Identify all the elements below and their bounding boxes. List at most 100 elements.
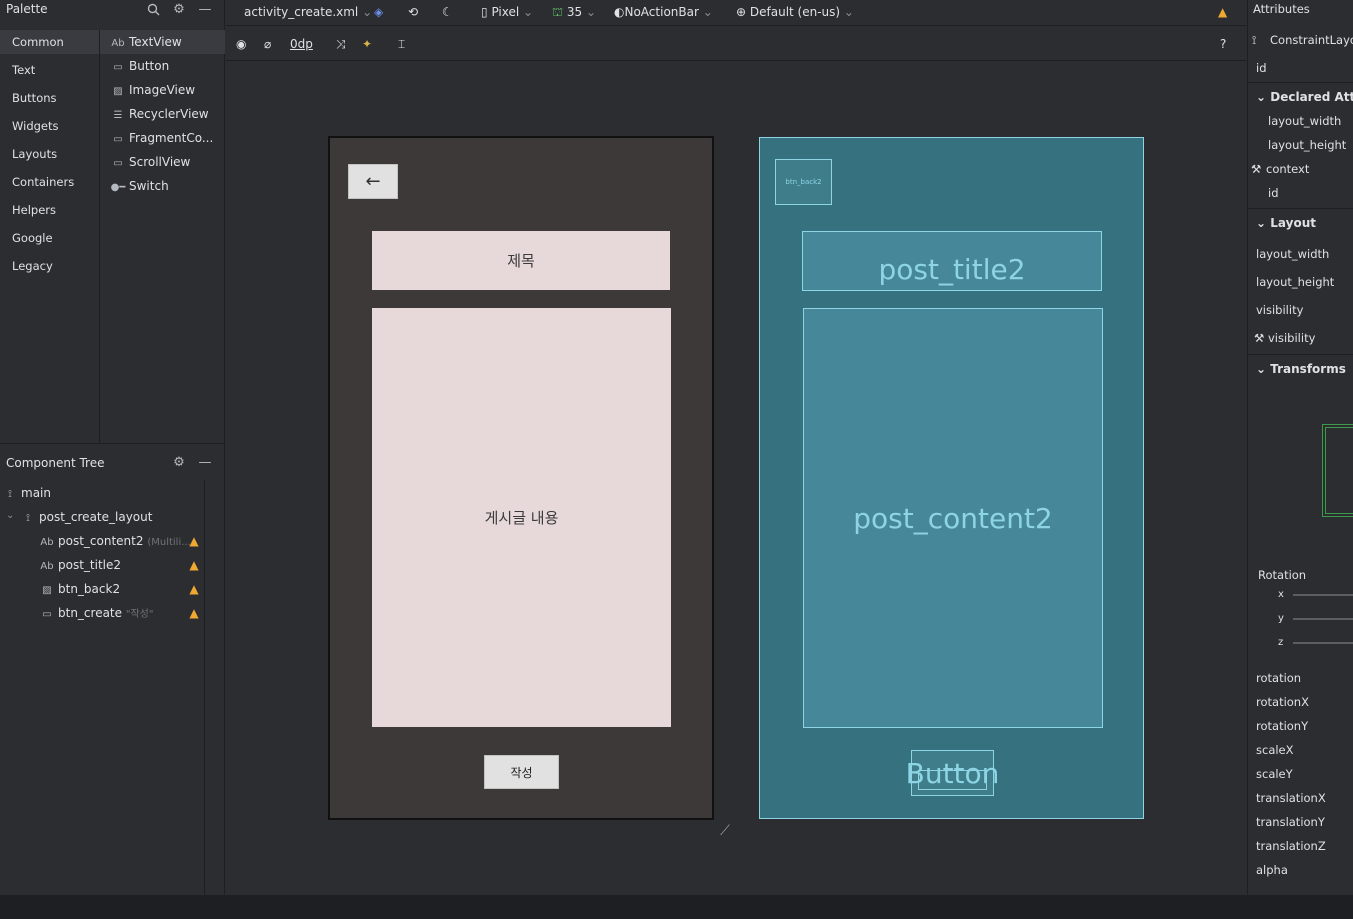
blueprint-back-button[interactable]: btn_back2 xyxy=(775,159,832,205)
attr-rotation-x[interactable]: rotationX xyxy=(1256,695,1309,709)
help-icon[interactable]: ? xyxy=(1220,34,1226,54)
attr-layout-height[interactable]: layout_height xyxy=(1268,138,1346,152)
category-text[interactable]: Text xyxy=(0,58,99,82)
rotation-y-slider[interactable] xyxy=(1293,618,1353,620)
section-transforms[interactable]: ⌄ Transforms xyxy=(1248,354,1353,382)
category-layouts[interactable]: Layouts xyxy=(0,142,99,166)
post-title-field[interactable]: 제목 xyxy=(372,231,670,290)
create-button[interactable]: 작성 xyxy=(484,755,559,789)
rotation-x-slider[interactable] xyxy=(1293,594,1353,596)
category-widgets[interactable]: Widgets xyxy=(0,114,99,138)
textview-icon: Ab xyxy=(40,537,54,548)
orientation-icon[interactable]: ⟲ xyxy=(408,2,418,22)
list-icon: ☰ xyxy=(113,110,123,121)
gear-icon[interactable]: ⚙ xyxy=(171,454,187,470)
attr-id[interactable]: id xyxy=(1256,61,1267,75)
attr-alpha[interactable]: alpha xyxy=(1256,863,1288,877)
warning-icon[interactable]: ▲ xyxy=(187,558,201,572)
blueprint-post-content[interactable]: post_content2 xyxy=(803,308,1103,728)
tree-node-btn-create[interactable]: ▭ btn_create "작성" xyxy=(39,601,153,625)
attr-scale-y[interactable]: scaleY xyxy=(1256,767,1293,781)
blueprint-post-title[interactable]: post_title2 xyxy=(802,231,1102,291)
section-declared-attributes[interactable]: ⌄ Declared Attributes xyxy=(1248,82,1353,110)
tree-node-post-title2[interactable]: Ab post_title2 xyxy=(39,553,121,577)
widget-scrollview[interactable]: ▭ ScrollView xyxy=(100,150,225,174)
attr-context[interactable]: context xyxy=(1266,162,1309,176)
night-mode-icon[interactable]: ☾ xyxy=(442,2,453,22)
magnet-icon[interactable]: ⌀ xyxy=(264,34,271,54)
attr-translation-x[interactable]: translationX xyxy=(1256,791,1326,805)
tree-node-label: btn_back2 xyxy=(58,582,121,596)
tree-node-post-content2[interactable]: Ab post_content2 (Multili... xyxy=(39,529,190,553)
gear-icon[interactable]: ⚙ xyxy=(171,1,187,17)
post-content-field[interactable]: 게시글 내용 xyxy=(372,308,671,727)
chevron-down-icon: ⌄ xyxy=(702,5,713,19)
device-selector[interactable]: ▯ Pixel ⌄ xyxy=(481,2,533,22)
warning-icon[interactable]: ▲ xyxy=(187,582,201,596)
attr-translation-y[interactable]: translationY xyxy=(1256,815,1325,829)
widget-label: ImageView xyxy=(129,83,196,97)
category-google[interactable]: Google xyxy=(0,226,99,250)
category-legacy[interactable]: Legacy xyxy=(0,254,99,278)
theme-icon: ◐ xyxy=(614,5,625,19)
tree-node-post-create-layout[interactable]: ⟟ post_create_layout xyxy=(20,505,152,529)
attr-translation-z[interactable]: translationZ xyxy=(1256,839,1326,853)
theme-selector[interactable]: ◐NoActionBar ⌄ xyxy=(614,2,713,22)
widget-imageview[interactable]: ▨ ImageView xyxy=(100,78,225,102)
widget-textview[interactable]: Ab TextView xyxy=(100,30,225,54)
chevron-down-icon: ⌄ xyxy=(585,5,597,19)
chevron-down-icon[interactable]: ⌄ xyxy=(6,510,14,521)
clear-constraints-icon[interactable]: ⤨ xyxy=(336,34,346,54)
category-containers[interactable]: Containers xyxy=(0,170,99,194)
default-margin[interactable]: 0dp xyxy=(290,34,313,54)
infer-constraints-icon[interactable]: ✦ xyxy=(362,34,372,54)
locale-name: Default (en-us) xyxy=(749,5,841,19)
align-icon[interactable]: ⌶ xyxy=(398,34,405,54)
search-icon[interactable] xyxy=(145,1,161,17)
attr-layout-width[interactable]: layout_width xyxy=(1256,247,1329,261)
tree-node-main[interactable]: ⟟ main xyxy=(2,481,51,505)
attributes-title: Attributes xyxy=(1253,2,1310,16)
widget-fragmentcontainer[interactable]: ▭ FragmentCo... xyxy=(100,126,225,150)
warning-icon[interactable]: ▲ xyxy=(187,606,201,620)
api-selector[interactable]: ⛫ 35 ⌄ xyxy=(552,2,596,22)
section-layout[interactable]: ⌄ Layout xyxy=(1248,208,1353,236)
locale-selector[interactable]: ⊕ Default (en-us) ⌄ xyxy=(736,2,854,22)
attr-layout-height[interactable]: layout_height xyxy=(1256,275,1334,289)
category-buttons[interactable]: Buttons xyxy=(0,86,99,110)
warning-icon[interactable]: ▲ xyxy=(187,534,201,548)
scroll-icon: ▭ xyxy=(113,158,123,169)
palette-title: Palette xyxy=(6,2,48,16)
back-button[interactable]: ← xyxy=(348,164,398,199)
axis-y-label: y xyxy=(1278,613,1284,624)
device-name: Pixel xyxy=(491,5,520,19)
tree-node-label: btn_create xyxy=(58,606,123,620)
widget-button[interactable]: ▭ Button xyxy=(100,54,225,78)
attr-tools-visibility[interactable]: visibility xyxy=(1268,331,1315,345)
minimize-icon[interactable]: — xyxy=(197,454,213,470)
attr-layout-width[interactable]: layout_width xyxy=(1268,114,1341,128)
chevron-down-icon: ⌄ xyxy=(1256,90,1267,104)
layers-icon[interactable]: ◈ xyxy=(374,2,383,22)
tree-node-label: main xyxy=(21,486,51,500)
button-icon: ▭ xyxy=(113,62,123,73)
wrench-icon: ⚒ xyxy=(1254,331,1265,345)
category-common[interactable]: Common xyxy=(0,30,99,54)
attr-id[interactable]: id xyxy=(1268,186,1279,200)
attr-rotation-y[interactable]: rotationY xyxy=(1256,719,1308,733)
warning-icon[interactable]: ▲ xyxy=(1218,2,1227,22)
rotation-z-slider[interactable] xyxy=(1293,642,1353,644)
tree-node-btn-back2[interactable]: ▨ btn_back2 xyxy=(39,577,120,601)
attr-visibility[interactable]: visibility xyxy=(1256,303,1303,317)
widget-recyclerview[interactable]: ☰ RecyclerView xyxy=(100,102,225,126)
widget-switch[interactable]: ●━ Switch xyxy=(100,174,225,198)
resize-handle-icon[interactable]: ⟋ xyxy=(714,822,736,840)
constraint-toolbar: ◉ ⌀ 0dp ⤨ ✦ ⌶ ? xyxy=(226,27,1246,61)
chevron-down-icon: ⌄ xyxy=(1256,362,1267,376)
file-selector[interactable]: activity_create.xml ⌄ xyxy=(244,2,372,22)
attr-rotation[interactable]: rotation xyxy=(1256,671,1301,685)
attr-scale-x[interactable]: scaleX xyxy=(1256,743,1294,757)
minimize-icon[interactable]: — xyxy=(197,1,213,17)
eye-icon[interactable]: ◉ xyxy=(236,34,246,54)
category-helpers[interactable]: Helpers xyxy=(0,198,99,222)
